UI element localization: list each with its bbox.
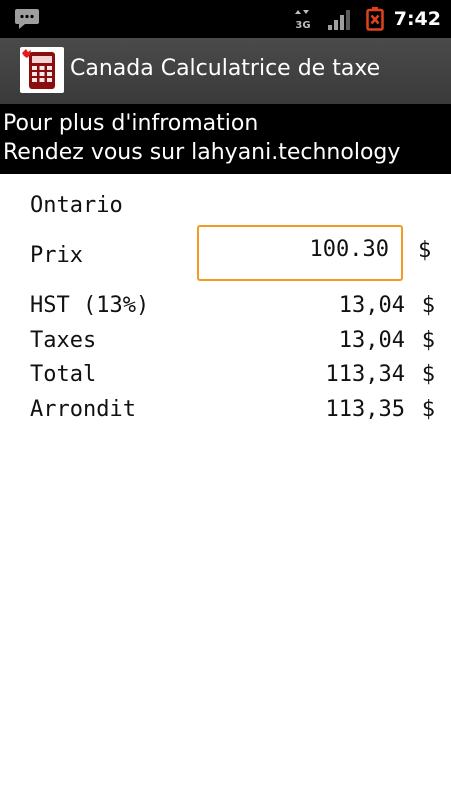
calculator-icon bbox=[20, 47, 64, 93]
result-label: Arrondit bbox=[30, 397, 136, 422]
price-input[interactable] bbox=[197, 225, 403, 281]
result-row-total: Total 113,34 $ bbox=[30, 362, 435, 392]
price-label: Prix bbox=[30, 243, 83, 268]
banner-line-2: Rendez vous sur lahyani.technology bbox=[3, 140, 401, 165]
price-currency: $ bbox=[418, 238, 432, 263]
result-value: 113,34 bbox=[325, 362, 405, 387]
province-label[interactable]: Ontario bbox=[30, 193, 123, 218]
info-banner[interactable]: Pour plus d'infromation Rendez vous sur … bbox=[0, 104, 451, 174]
result-label: Taxes bbox=[30, 328, 97, 353]
3g-data-icon: 3G bbox=[295, 10, 311, 31]
result-row-hst: HST (13%) 13,04 $ bbox=[30, 293, 435, 323]
result-currency: $ bbox=[421, 362, 435, 387]
signal-icon bbox=[328, 10, 350, 30]
result-label: Total bbox=[30, 362, 97, 387]
result-value: 113,35 bbox=[325, 397, 405, 422]
message-icon bbox=[15, 9, 39, 29]
battery-alert-icon bbox=[366, 7, 384, 31]
result-value: 13,04 bbox=[338, 293, 405, 318]
result-row-taxes: Taxes 13,04 $ bbox=[30, 328, 435, 358]
result-value: 13,04 bbox=[338, 328, 405, 353]
result-currency: $ bbox=[421, 293, 435, 318]
app-title-bar: Canada Calculatrice de taxe bbox=[0, 38, 451, 104]
status-bar: 3G 7:42 bbox=[0, 0, 451, 38]
result-currency: $ bbox=[421, 397, 435, 422]
banner-line-1: Pour plus d'infromation bbox=[3, 111, 259, 136]
result-row-rounded: Arrondit 113,35 $ bbox=[30, 397, 435, 427]
network-label: 3G bbox=[295, 20, 310, 31]
result-label: HST (13%) bbox=[30, 293, 150, 318]
result-currency: $ bbox=[421, 328, 435, 353]
app-title: Canada Calculatrice de taxe bbox=[70, 56, 381, 81]
clock: 7:42 bbox=[393, 8, 441, 30]
